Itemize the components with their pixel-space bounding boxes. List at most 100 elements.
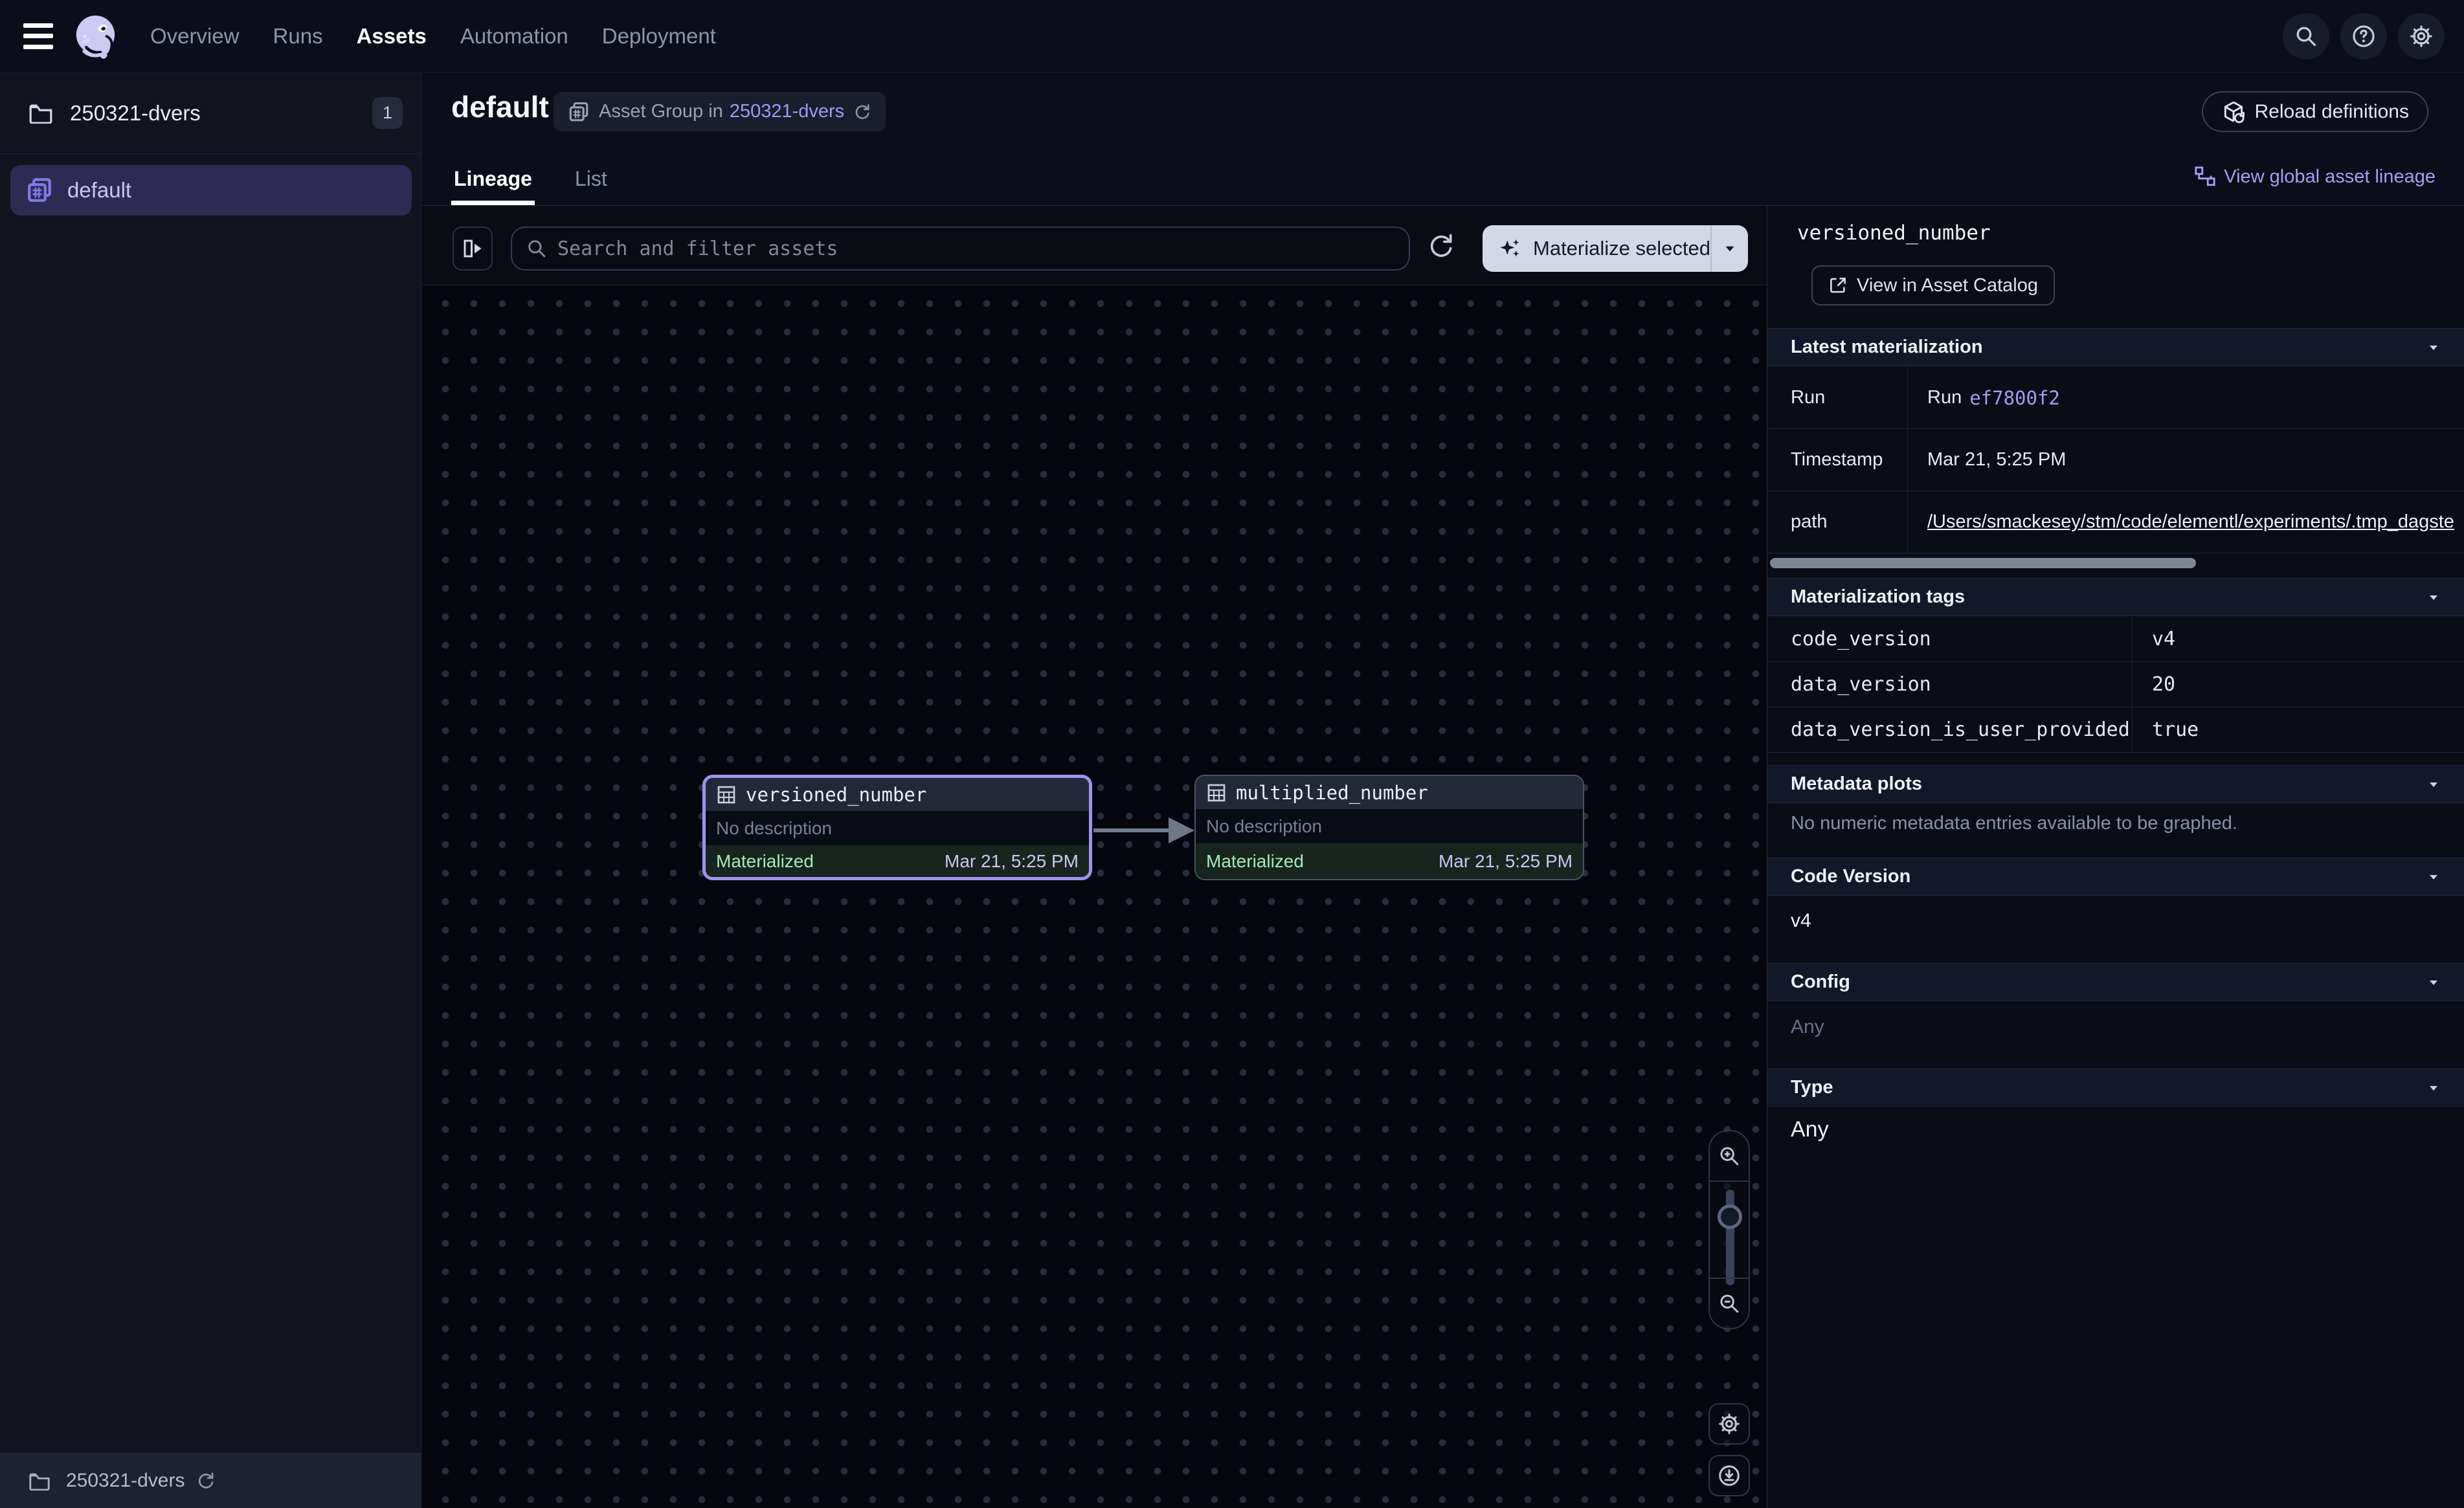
asset-details-panel: versioned_number View in Asset Catalog L…: [1767, 206, 2464, 1508]
table-row: code_version v4: [1767, 617, 2464, 662]
reload-definitions-label: Reload definitions: [2255, 101, 2410, 123]
tab-lineage[interactable]: Lineage: [451, 167, 535, 205]
search-icon: [2294, 25, 2318, 48]
section-metadata-plots[interactable]: Metadata plots: [1767, 765, 2464, 803]
table-row: Timestamp Mar 21, 5:25 PM: [1767, 429, 2464, 491]
zoom-in-button[interactable]: [1710, 1131, 1749, 1182]
materialized-status: Materialized: [716, 851, 814, 872]
zoom-control: [1708, 1130, 1750, 1329]
repo-asset-count-badge: 1: [372, 97, 403, 129]
tag-value: 20: [2133, 662, 2464, 707]
section-type[interactable]: Type: [1767, 1069, 2464, 1107]
asset-group-icon: [26, 177, 53, 204]
code-version-value: v4: [1791, 910, 1811, 932]
breadcrumb-repo-link[interactable]: 250321-dvers: [730, 101, 844, 122]
asset-node-description-row: No description: [706, 811, 1089, 845]
settings-button[interactable]: [2398, 13, 2445, 60]
refresh-icon[interactable]: [853, 103, 871, 121]
page-title: default: [451, 89, 549, 124]
lineage-graph-canvas[interactable]: versioned_number No description Material…: [422, 285, 1767, 1508]
page-header: default Asset Group in 250321-dvers Line…: [422, 72, 2464, 206]
top-nav-bar: Overview Runs Assets Automation Deployme…: [0, 0, 2464, 72]
zoom-slider-thumb[interactable]: [1718, 1204, 1742, 1229]
asset-groups-sidebar: 250321-dvers 1 default 250321-dvers: [0, 72, 421, 1508]
reload-definitions-button[interactable]: Reload definitions: [2202, 91, 2429, 132]
asset-node-multiplied-number[interactable]: multiplied_number No description Materia…: [1194, 775, 1584, 880]
chevron-down-icon: [2426, 777, 2441, 792]
tab-list[interactable]: List: [572, 167, 610, 205]
nav-item-deployment[interactable]: Deployment: [602, 24, 716, 49]
run-id-link[interactable]: ef7800f2: [1969, 387, 2060, 409]
path-link[interactable]: /Users/smackesey/stm/code/elementl/exper…: [1927, 511, 2454, 533]
nav-item-assets[interactable]: Assets: [357, 24, 427, 49]
asset-node-description: No description: [1206, 816, 1322, 837]
asset-node-versioned-number[interactable]: versioned_number No description Material…: [702, 775, 1092, 880]
nav-item-overview[interactable]: Overview: [150, 24, 240, 49]
section-title: Metadata plots: [1791, 773, 1922, 795]
reload-cube-icon: [2221, 100, 2246, 124]
asset-node-header: versioned_number: [706, 778, 1089, 811]
row-value: /Users/smackesey/stm/code/elementl/exper…: [1908, 491, 2464, 553]
refresh-graph-icon[interactable]: [1427, 232, 1455, 260]
asset-node-name: multiplied_number: [1236, 782, 1428, 804]
asset-node-header: multiplied_number: [1196, 776, 1583, 809]
table-row: data_version 20: [1767, 662, 2464, 707]
asset-search-field[interactable]: [511, 227, 1410, 271]
sidebar-repo-row[interactable]: 250321-dvers 1: [0, 72, 421, 154]
refresh-icon[interactable]: [196, 1471, 216, 1491]
run-value-prefix: Run: [1927, 387, 1962, 408]
materialize-dropdown-toggle[interactable]: [1712, 240, 1748, 257]
gear-icon: [2409, 24, 2434, 49]
zoom-out-button[interactable]: [1710, 1278, 1749, 1328]
section-title: Type: [1791, 1077, 1833, 1098]
table-icon: [716, 784, 737, 805]
row-label: Run: [1767, 367, 1908, 428]
tag-key: code_version: [1767, 617, 2133, 661]
download-graph-button[interactable]: [1708, 1455, 1750, 1496]
materialized-status: Materialized: [1206, 851, 1304, 872]
section-config[interactable]: Config: [1767, 963, 2464, 1001]
asset-group-breadcrumb[interactable]: Asset Group in 250321-dvers: [554, 92, 886, 131]
search-button[interactable]: [2283, 13, 2329, 60]
chevron-down-icon: [2426, 869, 2441, 885]
horizontal-scrollbar[interactable]: [1770, 558, 2196, 568]
asset-node-status-row: Materialized Mar 21, 5:25 PM: [1196, 843, 1583, 879]
metadata-plots-empty-message: No numeric metadata entries available to…: [1791, 813, 2237, 834]
asset-group-icon: [568, 101, 590, 123]
search-input[interactable]: [557, 238, 1394, 260]
table-row: Run Run ef7800f2: [1767, 367, 2464, 429]
asset-node-description-row: No description: [1196, 809, 1583, 843]
tag-key: data_version: [1767, 662, 2133, 707]
folder-icon: [28, 103, 53, 124]
tag-value: v4: [2133, 617, 2464, 661]
view-in-asset-catalog-button[interactable]: View in Asset Catalog: [1811, 265, 2055, 305]
section-code-version[interactable]: Code Version: [1767, 858, 2464, 896]
section-title: Code Version: [1791, 866, 1910, 887]
section-materialization-tags[interactable]: Materialization tags: [1767, 578, 2464, 616]
view-global-asset-lineage-link[interactable]: View global asset lineage: [2194, 166, 2436, 188]
repo-name: 250321-dvers: [70, 101, 201, 126]
section-latest-materialization[interactable]: Latest materialization: [1767, 328, 2464, 366]
help-icon: [2351, 24, 2376, 49]
table-row: path /Users/smackesey/stm/code/elementl/…: [1767, 491, 2464, 553]
selected-asset-title: versioned_number: [1797, 221, 1991, 245]
row-label: path: [1767, 491, 1908, 553]
row-label: Timestamp: [1767, 429, 1908, 491]
section-title: Latest materialization: [1791, 337, 1983, 358]
materialized-timestamp[interactable]: Mar 21, 5:25 PM: [945, 851, 1079, 872]
sidebar-footer-repo[interactable]: 250321-dvers: [0, 1453, 421, 1508]
materialize-selected-button[interactable]: Materialize selected: [1483, 225, 1748, 272]
section-title: Materialization tags: [1791, 586, 1965, 608]
help-button[interactable]: [2340, 13, 2387, 60]
materialized-timestamp[interactable]: Mar 21, 5:25 PM: [1439, 851, 1573, 872]
hamburger-menu-icon[interactable]: [23, 23, 53, 49]
nav-item-automation[interactable]: Automation: [460, 24, 568, 49]
row-value: Run ef7800f2: [1908, 367, 2464, 428]
materialize-selected-label: Materialize selected: [1533, 237, 1710, 260]
sidebar-item-default-group[interactable]: default: [10, 165, 412, 216]
view-global-asset-lineage-label: View global asset lineage: [2224, 166, 2436, 188]
graph-settings-button[interactable]: [1708, 1403, 1750, 1445]
collapse-panel-button[interactable]: [453, 227, 493, 271]
nav-item-runs[interactable]: Runs: [273, 24, 323, 49]
dagster-logo-icon[interactable]: [71, 11, 122, 61]
